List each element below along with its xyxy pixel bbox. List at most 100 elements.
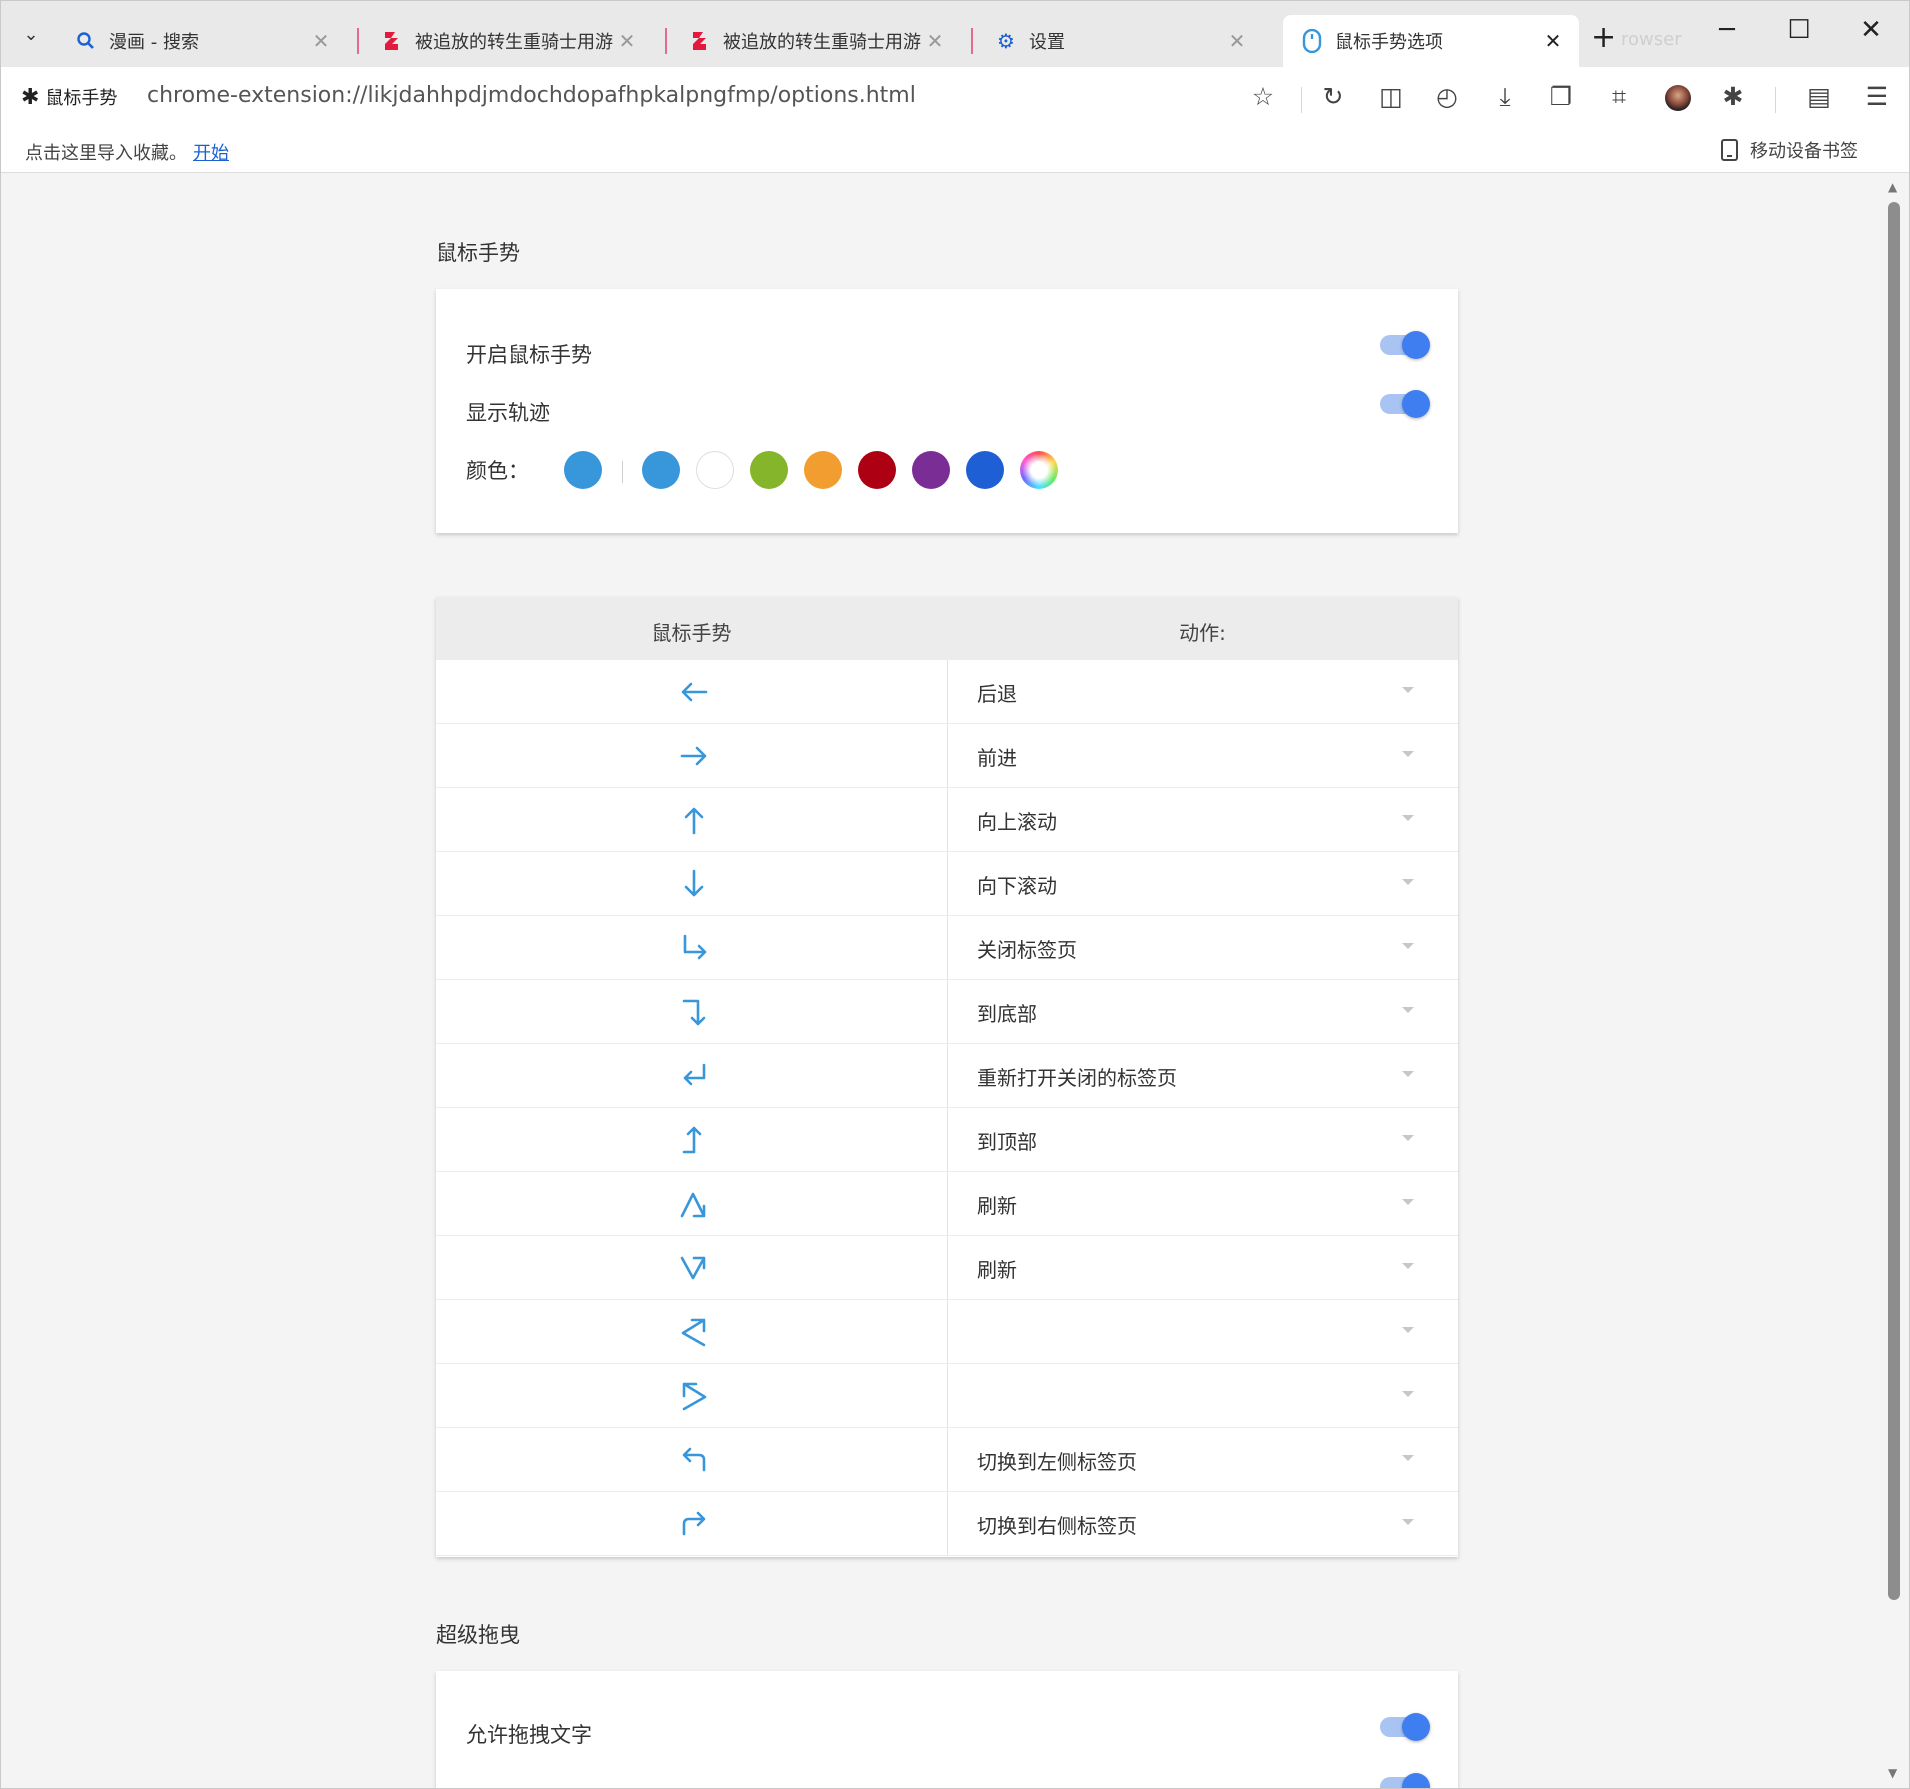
chevron-down-icon[interactable]	[1402, 1391, 1414, 1397]
table-row: 重新打开关闭的标签页	[436, 1044, 1458, 1108]
puzzle-icon: ✱	[21, 84, 40, 110]
arrow-right-icon	[676, 738, 712, 774]
gesture-action-select[interactable]: 向下滚动	[977, 870, 1057, 899]
start-import-link[interactable]: 开始	[193, 139, 229, 165]
toggle-knob	[1402, 1713, 1430, 1741]
scrollbar-thumb[interactable]	[1888, 202, 1900, 1600]
chevron-down-icon[interactable]	[1402, 943, 1414, 949]
gesture-action-select[interactable]: 到顶部	[977, 1126, 1037, 1155]
chevron-down-icon[interactable]	[1402, 1071, 1414, 1077]
chevron-down-icon[interactable]	[1402, 1327, 1414, 1333]
chevron-down-icon[interactable]	[1402, 879, 1414, 885]
current-color-swatch[interactable]	[564, 451, 602, 489]
gesture-action-select[interactable]: 关闭标签页	[977, 934, 1077, 963]
arrow-down-up-icon	[676, 1250, 712, 1286]
action-column-header: 动作:	[1179, 621, 1226, 645]
close-window-button[interactable]: ✕	[1851, 15, 1891, 45]
color-swatch-white[interactable]	[696, 451, 734, 489]
gesture-action-select[interactable]: 切换到右侧标签页	[977, 1510, 1137, 1539]
chevron-down-icon[interactable]	[1402, 1199, 1414, 1205]
gesture-action-select[interactable]: 重新打开关闭的标签页	[977, 1062, 1177, 1091]
split-view-icon[interactable]: ◫	[1373, 79, 1409, 115]
chevron-down-icon[interactable]	[1402, 1519, 1414, 1525]
column-divider	[947, 1300, 948, 1363]
gesture-action-select[interactable]: 到底部	[977, 998, 1037, 1027]
enable-gestures-toggle[interactable]	[1380, 331, 1430, 359]
chevron-down-icon[interactable]	[1402, 687, 1414, 693]
tab-search[interactable]: 漫画 - 搜索 ✕	[57, 15, 347, 67]
chevron-down-icon[interactable]	[1402, 815, 1414, 821]
download-icon[interactable]: ⤓	[1487, 79, 1523, 115]
column-divider	[947, 916, 948, 979]
history-icon[interactable]: ◴	[1429, 79, 1465, 115]
gestures-section-title: 鼠标手势	[436, 241, 520, 265]
color-swatch-blue[interactable]	[642, 451, 680, 489]
tab-mouse-gesture-options[interactable]: 鼠标手势选项 ✕	[1283, 15, 1579, 67]
color-swatch-purple[interactable]	[912, 451, 950, 489]
color-swatch-orange[interactable]	[804, 451, 842, 489]
color-swatch-custom-picker[interactable]	[1020, 451, 1058, 489]
table-row: 向下滚动	[436, 852, 1458, 916]
new-tab-button[interactable]: +	[1591, 23, 1616, 53]
gesture-action-select[interactable]: 切换到左侧标签页	[977, 1446, 1137, 1475]
show-trail-toggle[interactable]	[1380, 390, 1430, 418]
color-swatch-green[interactable]	[750, 451, 788, 489]
superdrag-section-title: 超级拖曳	[436, 1623, 520, 1647]
chevron-down-icon[interactable]	[1402, 1007, 1414, 1013]
arrow-down-right-icon	[676, 930, 712, 966]
toolbar-divider	[1301, 87, 1302, 113]
close-icon[interactable]: ✕	[309, 29, 333, 53]
close-icon[interactable]: ✕	[615, 29, 639, 53]
chevron-down-icon[interactable]	[1402, 1455, 1414, 1461]
avatar[interactable]	[1665, 85, 1691, 111]
table-row: 关闭标签页	[436, 916, 1458, 980]
chevron-down-icon[interactable]	[1402, 1263, 1414, 1269]
gesture-action-select[interactable]: 后退	[977, 678, 1017, 707]
column-divider	[947, 788, 948, 851]
scrollbar[interactable]: ▲ ▼	[1883, 174, 1905, 1788]
tab-title: 被追放的转生重骑士用游	[723, 32, 921, 53]
crop-icon[interactable]: ⌗	[1601, 79, 1637, 115]
menu-icon[interactable]: ☰	[1859, 79, 1895, 115]
column-divider	[947, 1044, 948, 1107]
tab-search-menu-button[interactable]: ⌄	[15, 19, 47, 51]
scroll-up-icon[interactable]: ▲	[1888, 180, 1897, 194]
extension-chip[interactable]: ✱ 鼠标手势	[21, 84, 117, 110]
mobile-bookmarks-button[interactable]: 移动设备书签	[1721, 137, 1858, 163]
allow-drag-link-toggle[interactable]	[1380, 1773, 1430, 1788]
allow-drag-text-toggle[interactable]	[1380, 1713, 1430, 1741]
table-row: 切换到左侧标签页	[436, 1428, 1458, 1492]
color-swatch-red[interactable]	[858, 451, 896, 489]
enable-gestures-label: 开启鼠标手势	[466, 343, 592, 367]
scroll-down-icon[interactable]: ▼	[1888, 1766, 1897, 1780]
chevron-down-icon[interactable]	[1402, 1135, 1414, 1141]
show-trail-label: 显示轨迹	[466, 401, 550, 425]
tab-manga-2[interactable]: 被追放的转生重骑士用游 ✕	[671, 15, 961, 67]
maximize-button[interactable]: ☐	[1779, 15, 1819, 45]
star-icon[interactable]: ☆	[1245, 79, 1281, 115]
tab-settings[interactable]: ⚙ 设置 ✕	[977, 15, 1263, 67]
reload-icon[interactable]: ↻	[1315, 79, 1351, 115]
extensions-icon[interactable]: ✱	[1715, 79, 1751, 115]
gesture-settings-card: 开启鼠标手势 显示轨迹 颜色：	[436, 289, 1458, 533]
gesture-action-select[interactable]: 刷新	[977, 1190, 1017, 1219]
close-icon[interactable]: ✕	[923, 29, 947, 53]
gesture-action-select[interactable]: 前进	[977, 742, 1017, 771]
close-icon[interactable]: ✕	[1225, 29, 1249, 53]
gesture-action-select[interactable]: 向上滚动	[977, 806, 1057, 835]
color-swatch-dark-blue[interactable]	[966, 451, 1004, 489]
close-icon[interactable]: ✕	[1541, 29, 1565, 53]
tab-collections-icon[interactable]: ❐	[1543, 79, 1579, 115]
superdrag-settings-card: 允许拖拽文字	[436, 1671, 1458, 1788]
minimize-button[interactable]: ─	[1707, 15, 1747, 45]
browser-window: ⌄ 漫画 - 搜索 ✕ 被追放的转生重骑士用游 ✕ 被追放的转生重骑士用游 ✕	[0, 0, 1910, 1789]
tab-manga-1[interactable]: 被追放的转生重骑士用游 ✕	[363, 15, 653, 67]
gesture-action-select[interactable]: 刷新	[977, 1254, 1017, 1283]
chevron-down-icon[interactable]	[1402, 751, 1414, 757]
reading-list-icon[interactable]: ▤	[1801, 79, 1837, 115]
url-input[interactable]: chrome-extension://likjdahhpdjmdochdopaf…	[147, 83, 916, 108]
tab-title: 设置	[1029, 32, 1065, 53]
tab-title: 被追放的转生重骑士用游	[415, 32, 613, 53]
tab-strip: ⌄ 漫画 - 搜索 ✕ 被追放的转生重骑士用游 ✕ 被追放的转生重骑士用游 ✕	[1, 1, 1909, 67]
table-row: 切换到右侧标签页	[436, 1492, 1458, 1556]
